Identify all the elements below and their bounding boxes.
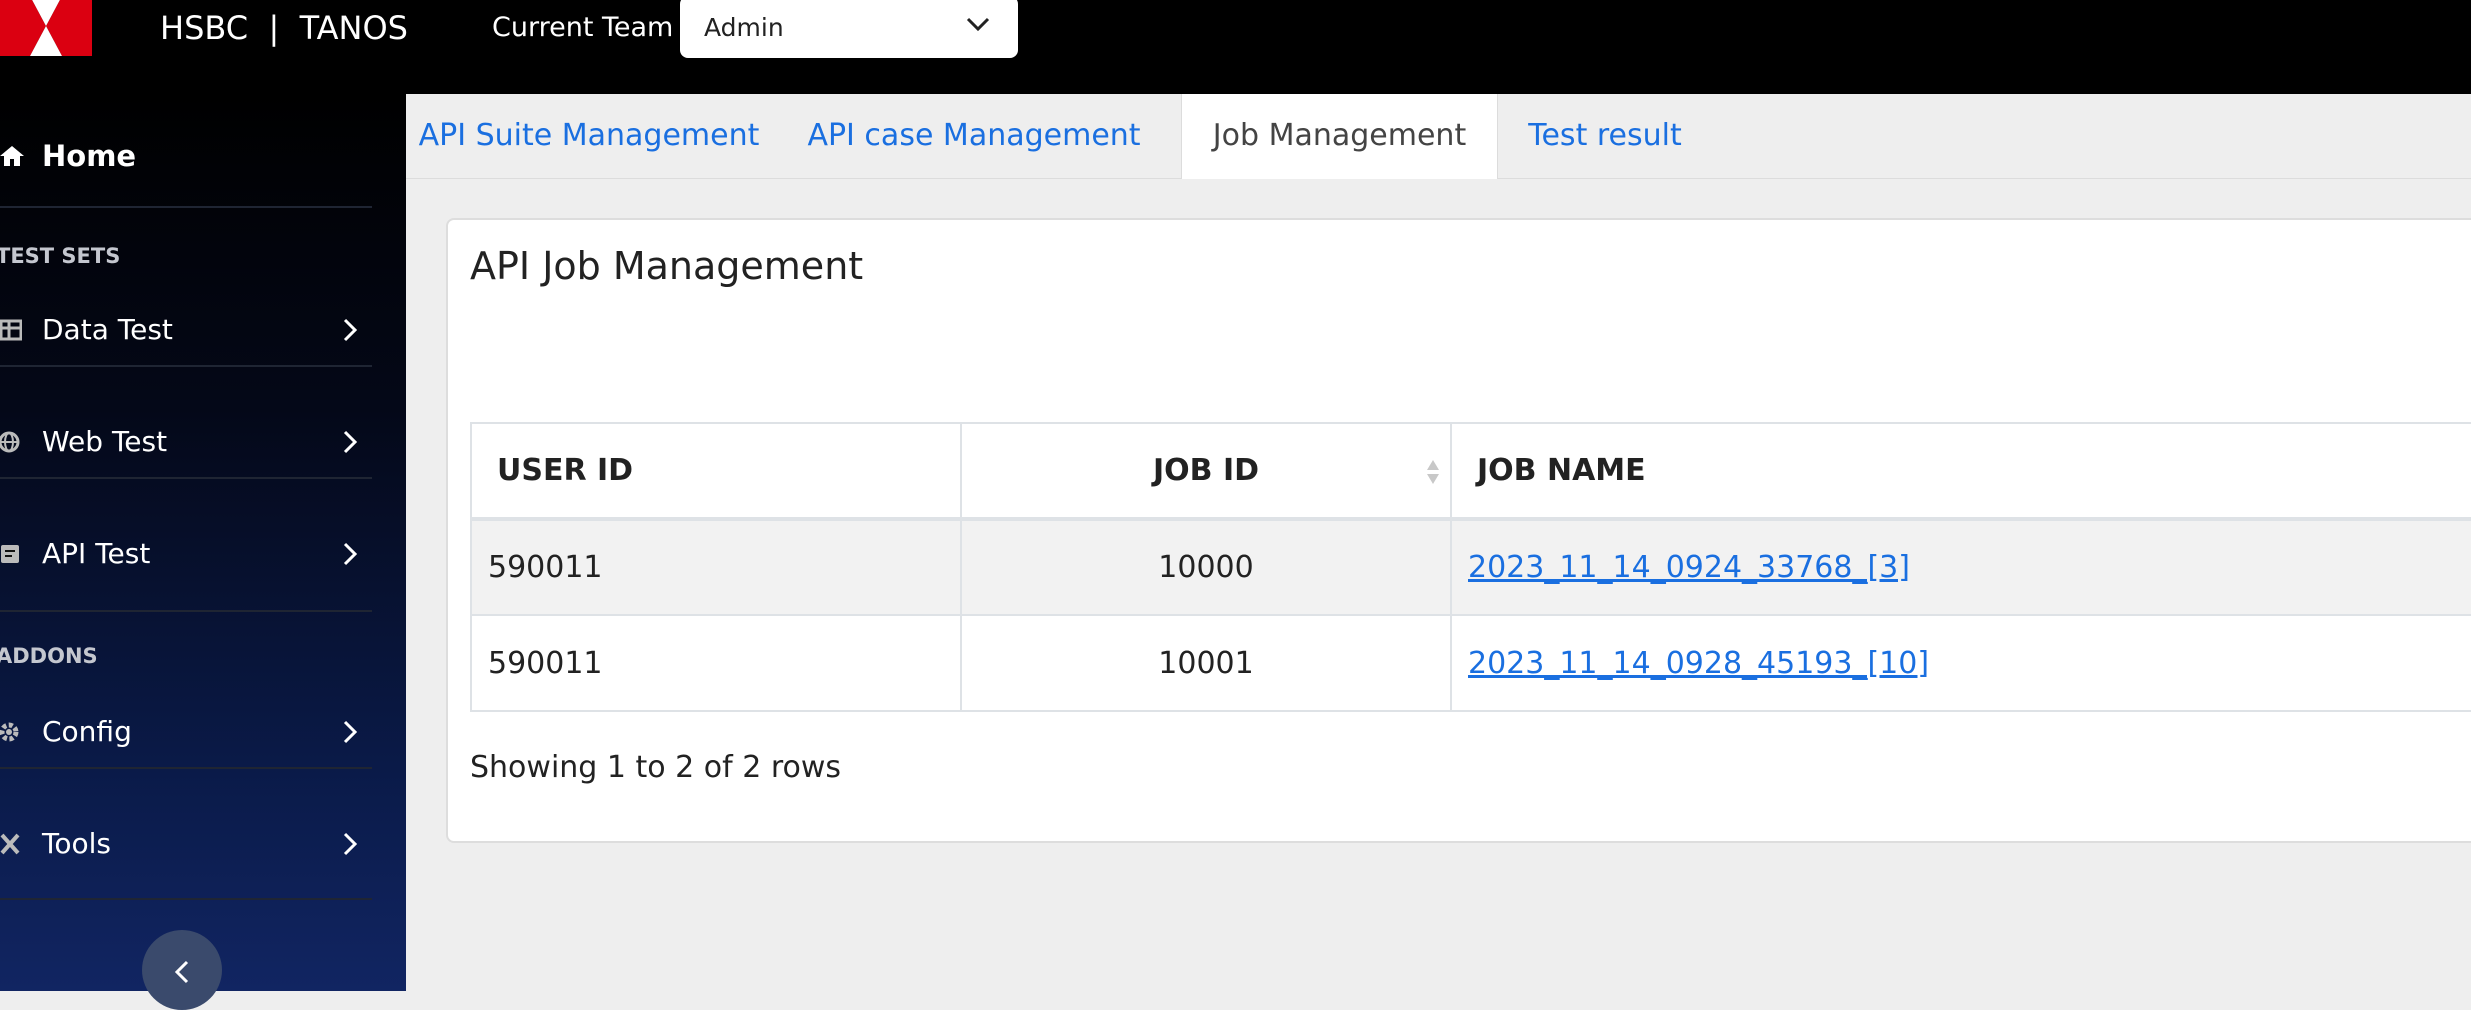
sidebar-collapse-button[interactable] — [142, 930, 222, 1010]
gear-icon — [0, 722, 19, 742]
chevron-right-icon — [343, 832, 358, 856]
sidebar-item-label: Web Test — [42, 425, 168, 458]
sidebar-item-tools[interactable]: Tools — [0, 809, 372, 879]
chevron-left-icon — [174, 960, 189, 984]
top-bar: HSBC | TANOS Current Team Admin — [0, 0, 2471, 94]
tools-icon — [0, 833, 20, 855]
section-title-test-sets: TEST SETS — [0, 244, 121, 268]
section-title-addons: ADDONS — [0, 644, 98, 668]
sidebar-item-data-test[interactable]: Data Test — [0, 295, 372, 365]
hsbc-logo[interactable] — [0, 0, 92, 56]
sidebar-item-label: Home — [42, 139, 137, 173]
user-id-cell: 590011 — [470, 614, 962, 712]
sidebar-item-label: Config — [42, 715, 132, 748]
tab-api-suite-management[interactable]: API Suite Management — [414, 94, 764, 178]
job-name-cell: 2023_11_14_0924_33768_[3] — [1450, 518, 2471, 616]
app-brand: HSBC | TANOS — [160, 9, 408, 47]
chevron-right-icon — [343, 720, 358, 744]
job-name-link[interactable]: 2023_11_14_0924_33768_[3] — [1468, 550, 1910, 585]
jobs-table: USER ID JOB ID JOB NAME 590011 10000 202… — [470, 422, 2471, 712]
column-header-label: USER ID — [497, 453, 634, 488]
column-header-job-name[interactable]: JOB NAME — [1450, 422, 2471, 520]
column-header-job-id[interactable]: JOB ID — [960, 422, 1452, 520]
tab-job-management[interactable]: Job Management — [1181, 94, 1498, 179]
team-select-value: Admin — [704, 13, 784, 42]
sidebar-item-home[interactable]: Home — [0, 126, 372, 186]
page-title: API Job Management — [470, 244, 864, 288]
column-header-label: JOB NAME — [1477, 453, 1646, 488]
chevron-down-icon — [966, 17, 990, 32]
globe-icon — [0, 431, 20, 453]
table-icon — [0, 319, 22, 341]
chevron-right-icon — [343, 430, 358, 454]
tab-test-result[interactable]: Test result — [1520, 94, 1690, 178]
column-header-label: JOB ID — [1152, 453, 1260, 488]
divider — [0, 610, 372, 612]
team-select[interactable]: Admin — [680, 0, 1018, 58]
table-row: 590011 10001 2023_11_14_0928_45193_[10] — [470, 614, 2471, 712]
column-header-user-id: USER ID — [470, 422, 962, 520]
job-management-card: API Job Management USER ID JOB ID JOB NA… — [446, 218, 2471, 843]
job-name-link[interactable]: 2023_11_14_0928_45193_[10] — [1468, 646, 1929, 681]
divider — [0, 365, 372, 367]
job-name-cell: 2023_11_14_0928_45193_[10] — [1450, 614, 2471, 712]
chevron-right-icon — [343, 542, 358, 566]
divider — [0, 477, 372, 479]
tab-bar: API Suite Management API case Management… — [406, 94, 2471, 179]
sidebar-item-label: Data Test — [42, 313, 173, 346]
divider — [0, 898, 372, 900]
current-team-label: Current Team — [492, 12, 674, 43]
sidebar-item-label: API Test — [42, 537, 151, 570]
sidebar-item-api-test[interactable]: API Test — [0, 519, 372, 589]
divider — [0, 767, 372, 769]
sidebar-item-config[interactable]: Config — [0, 697, 372, 767]
table-row: 590011 10000 2023_11_14_0924_33768_[3] — [470, 518, 2471, 616]
job-id-cell: 10000 — [960, 518, 1452, 616]
home-icon — [0, 146, 24, 166]
sidebar-item-label: Tools — [42, 827, 111, 860]
tab-api-case-management[interactable]: API case Management — [804, 94, 1144, 178]
sidebar-item-web-test[interactable]: Web Test — [0, 407, 372, 477]
divider — [0, 206, 372, 208]
table-header-row: USER ID JOB ID JOB NAME — [470, 422, 2471, 520]
user-id-cell: 590011 — [470, 518, 962, 616]
sort-icon[interactable] — [1426, 458, 1440, 486]
sidebar: Home TEST SETS Data Test Web Test API Te… — [0, 94, 406, 1010]
job-id-cell: 10001 — [960, 614, 1452, 712]
pagination-summary: Showing 1 to 2 of 2 rows — [470, 750, 842, 785]
api-doc-icon — [1, 545, 19, 563]
chevron-right-icon — [343, 318, 358, 342]
